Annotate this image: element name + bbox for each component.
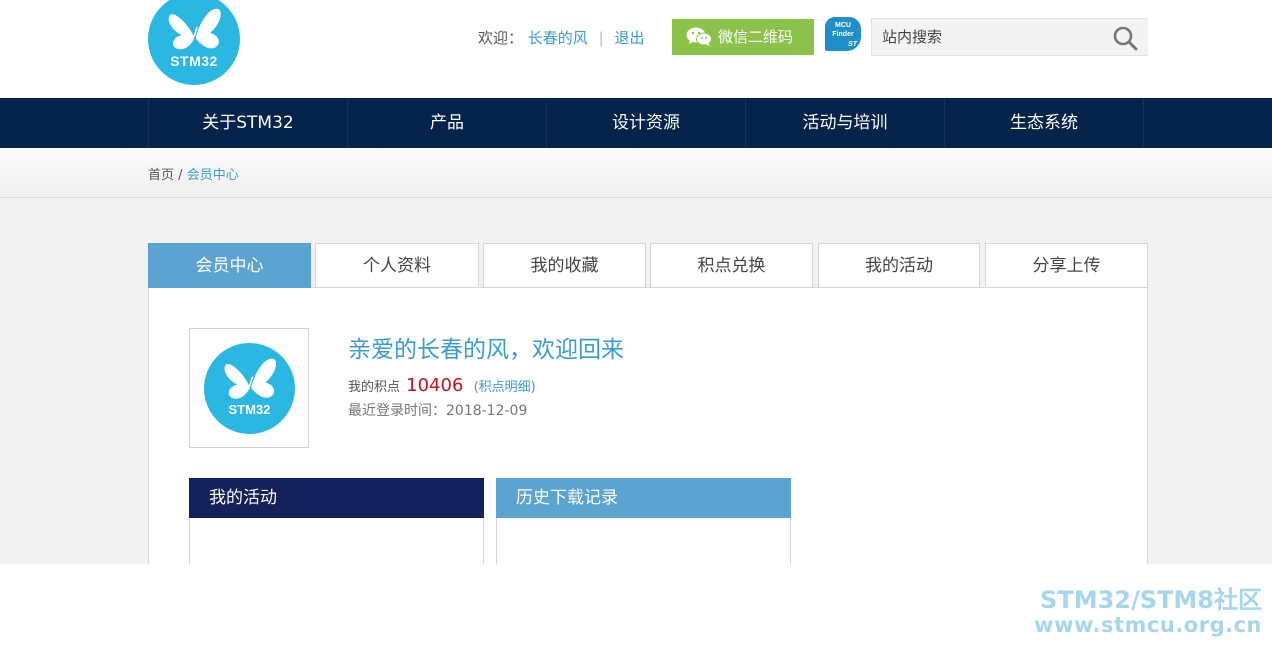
butterfly-icon [168,8,221,50]
wechat-qr-label: 微信二维码 [718,28,794,46]
points-detail-link[interactable]: (积点明细) [474,380,536,395]
search-input[interactable] [872,19,1102,55]
breadcrumb: 首页 / 会员中心 [148,164,239,183]
page: STM32 欢迎： 长春的风 | 退出 微信二维码 MCU Finder ST … [0,0,1272,648]
tab-points-exchange[interactable]: 积点兑换 [650,243,813,288]
nav-item-about[interactable]: 关于STM32 [149,98,348,148]
tab-favorites[interactable]: 我的收藏 [483,243,646,288]
tab-my-activities[interactable]: 我的活动 [818,243,980,288]
stm32-logo[interactable]: STM32 [148,0,240,85]
breadcrumb-current[interactable]: 会员中心 [187,168,239,183]
my-activities-box: 我的活动 [189,478,484,568]
logout-link[interactable]: 退出 [614,29,644,47]
site-watermark: STM32/STM8社区 www.stmcu.org.cn [1034,588,1262,638]
welcome-bar: 欢迎： 长春的风 | 退出 [478,28,644,48]
breadcrumb-home[interactable]: 首页 [148,168,174,183]
search-icon [1113,26,1138,51]
last-login-time: 最近登录时间：2018-12-09 [348,403,528,419]
points-value: 10406 [406,375,464,396]
main-nav: 关于STM32 产品 设计资源 活动与培训 生态系统 [0,98,1272,148]
watermark-line1: STM32/STM8社区 [1040,586,1262,614]
avatar: STM32 [189,328,309,448]
tab-profile[interactable]: 个人资料 [315,243,479,288]
wechat-qr-button[interactable]: 微信二维码 [672,19,814,55]
watermark-line2: www.stmcu.org.cn [1034,613,1262,637]
search-button[interactable] [1112,25,1138,51]
download-history-title: 历史下载记录 [496,478,791,518]
site-header: STM32 欢迎： 长春的风 | 退出 微信二维码 MCU Finder ST … [0,0,1272,98]
nav-item-events-training[interactable]: 活动与培训 [746,98,945,148]
download-history-box: 历史下载记录 [496,478,791,568]
nav-item-design-resources[interactable]: 设计资源 [547,98,746,148]
mcu-finder-line1: MCU [835,22,851,29]
avatar-logo-text: STM32 [228,402,271,417]
avatar-logo: STM32 [204,343,295,434]
wechat-icon [686,27,712,46]
st-logo-icon: ST [848,41,857,48]
mcu-finder-line2: Finder [832,31,854,38]
welcome-separator: | [598,29,604,47]
tab-member-center[interactable]: 会员中心 [148,243,311,288]
mcu-finder-icon[interactable]: MCU Finder ST [825,17,861,51]
breadcrumb-bar: 首页 / 会员中心 [0,148,1272,198]
logo-text: STM32 [170,53,218,69]
welcome-greeting: 亲爱的长春的风，欢迎回来 [348,337,624,363]
nav-item-products[interactable]: 产品 [348,98,547,148]
breadcrumb-separator: / [178,168,183,183]
username-link[interactable]: 长春的风 [528,29,588,47]
nav-item-ecosystem[interactable]: 生态系统 [945,98,1144,148]
site-search [871,18,1148,56]
tab-share-upload[interactable]: 分享上传 [985,243,1148,288]
butterfly-icon [224,358,277,399]
points-label: 我的积点 [348,380,401,395]
my-activities-title: 我的活动 [189,478,484,518]
points-line: 我的积点 10406 (积点明细) [348,375,536,399]
welcome-label: 欢迎： [478,29,524,47]
